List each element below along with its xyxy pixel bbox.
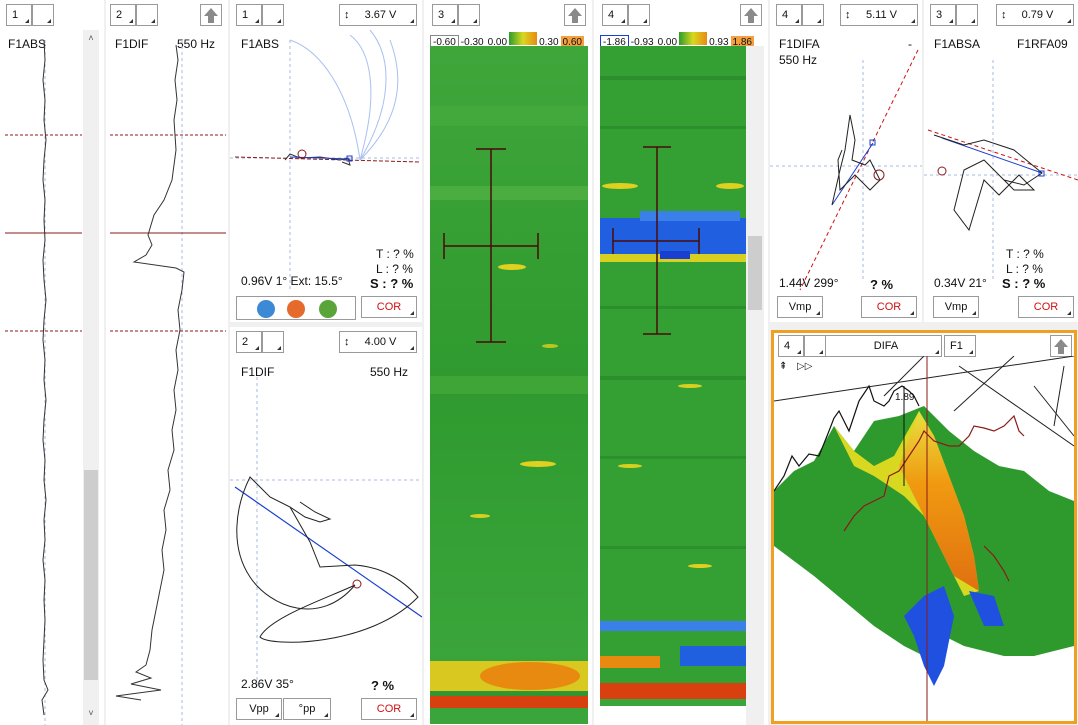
channel-selector[interactable]: 4 (602, 4, 628, 26)
frequency-selector[interactable]: F1 (944, 335, 976, 357)
scrollbar[interactable] (746, 46, 764, 725)
strip-chart-f1abs[interactable]: 1 F1ABS ˄ ˅ (0, 0, 104, 725)
s-percent: S : ? % (1002, 276, 1046, 291)
view-3d-difa[interactable]: 4 DIFA F1 ⇞ ▷▷ 1.89 (771, 330, 1077, 724)
lissajous-f1difa[interactable]: 4 ↕ 5.11 V F1DIFA - 550 Hz 1.44V 299° ? … (770, 0, 922, 322)
peak-label: 1.89 (895, 392, 915, 403)
lissajous-f1absa[interactable]: 3 ↕ 0.79 V F1ABSA F1RFA09 T : ? % L : ? … (924, 0, 1078, 322)
peak-tool-button[interactable] (257, 299, 275, 321)
cscan-header: 3 (424, 0, 592, 26)
l-percent: L : ? % (1006, 262, 1043, 276)
cor-button[interactable]: COR (1018, 296, 1074, 318)
s-percent: S : ? % (370, 276, 414, 291)
cscan-strip-4[interactable]: 4 -1.86 -0.93 0.00 0.93 1.86 (594, 0, 768, 725)
cscan-image (600, 46, 746, 706)
mode-selector[interactable] (458, 4, 480, 26)
cor-button[interactable]: COR (861, 296, 917, 318)
lissajous-plot (924, 60, 1078, 280)
lissajous-plot (770, 49, 922, 291)
mode-selector[interactable] (628, 4, 650, 26)
color-scale: -0.60 -0.30 0.00 0.30 0.60 (430, 32, 584, 49)
lissajous-plot (230, 377, 422, 687)
up-arrow-icon (568, 8, 582, 23)
cscan-image (430, 46, 588, 724)
percent-readout: ? % (371, 678, 395, 693)
up-arrow-button[interactable] (564, 4, 586, 26)
rotate-icon (287, 300, 305, 318)
peak-icon (257, 300, 275, 318)
amplitude-phase-readout: 0.34V 21° (934, 276, 987, 290)
amplitude-phase-readout: 0.96V 1° Ext: 15.5° (241, 274, 343, 288)
amplitude-phase-readout: 2.86V 35° (241, 677, 294, 691)
lissajous-f1abs[interactable]: 1 ↕ 3.67 V F1ABS T : ? % L : ? % S : ? %… (230, 0, 422, 322)
l-percent: L : ? % (376, 262, 413, 276)
up-arrow-button[interactable] (1050, 335, 1072, 357)
t-percent: T : ? % (1006, 247, 1044, 261)
up-arrow-icon (1054, 339, 1068, 354)
down-tool-button[interactable] (319, 299, 337, 321)
up-arrow-icon (744, 8, 758, 23)
strip-chart-f1dif[interactable]: 2 F1DIF 550 Hz (106, 0, 228, 725)
channel-selector[interactable]: 4 (778, 335, 804, 357)
amplitude-phase-readout: 1.44V 299° (779, 276, 839, 290)
scroll-thumb[interactable] (84, 470, 98, 680)
pp-button[interactable]: °pp (283, 698, 331, 720)
mode-selector[interactable] (804, 335, 826, 357)
toolbar (236, 296, 356, 320)
channel-selector[interactable]: 3 (432, 4, 458, 26)
lissajous-f1dif[interactable]: 2 ↕ 4.00 V F1DIF 550 Hz 2.86V 35° ? % Vp… (230, 327, 422, 725)
vmp-button[interactable]: Vmp (777, 296, 823, 318)
percent-readout: ? % (870, 277, 894, 292)
cscan-header: 4 (594, 0, 768, 26)
down-icon (319, 300, 337, 318)
cor-button[interactable]: COR (361, 698, 417, 720)
cscan-strip-3[interactable]: 3 -0.60 -0.30 0.00 0.30 0.60 (424, 0, 592, 725)
up-arrow-button[interactable] (740, 4, 762, 26)
cor-button[interactable]: COR (361, 296, 417, 318)
signal-trace (110, 40, 226, 725)
scrollbar[interactable]: ˄ ˅ (83, 30, 99, 725)
t-percent: T : ? % (376, 247, 414, 261)
surface-3d (774, 356, 1074, 721)
vmp-button[interactable]: Vmp (933, 296, 979, 318)
rotate-tool-button[interactable] (287, 299, 305, 321)
vpp-button[interactable]: Vpp (236, 698, 282, 720)
scroll-thumb[interactable] (748, 236, 762, 310)
color-scale: -1.86 -0.93 0.00 0.93 1.86 (600, 32, 754, 49)
component-selector[interactable]: DIFA (825, 335, 942, 357)
scroll-up-arrow[interactable]: ˄ (83, 30, 99, 46)
scroll-down-arrow[interactable]: ˅ (83, 705, 99, 721)
